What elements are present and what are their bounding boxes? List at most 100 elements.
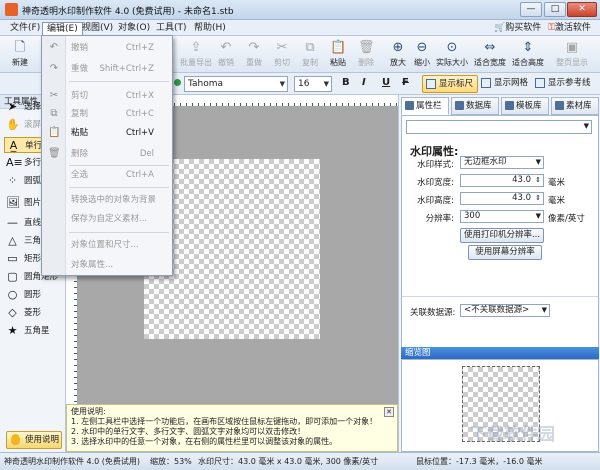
close-button[interactable]: ✕	[567, 2, 597, 17]
tab-properties[interactable]: 属性栏	[401, 97, 449, 115]
tool-circle[interactable]: ○ 圆形	[4, 287, 66, 303]
full-page-icon: ▣	[565, 40, 579, 55]
tool-star[interactable]: ★ 五角星	[4, 323, 66, 339]
menu-item-label: 复制	[71, 109, 89, 119]
divider	[402, 296, 598, 297]
text-line-icon: A̲	[9, 139, 18, 152]
menu-item-paste[interactable]: 📋 粘贴 Ctrl+V	[42, 125, 172, 141]
help-instructions-button[interactable]: 使用说明	[6, 431, 62, 449]
help-close-button[interactable]: ✕	[384, 407, 394, 417]
strikethrough-button[interactable]: F	[402, 77, 409, 88]
materials-icon	[555, 101, 564, 110]
spinner-icon: ⇕	[535, 194, 541, 202]
menu-item-shortcut: Ctrl+V	[125, 128, 154, 138]
menu-view[interactable]: 视图(V)	[78, 22, 117, 35]
delete-icon: 🗑	[358, 40, 375, 55]
font-family-select[interactable]: Tahoma ▼	[184, 76, 288, 92]
full-page-button[interactable]: ▣ 整页显示	[552, 38, 592, 72]
new-button[interactable]: 🗋 新建	[6, 38, 34, 72]
fit-width-button[interactable]: ⇔ 适合宽度	[474, 38, 506, 72]
show-ruler-toggle[interactable]: 显示标尺	[422, 75, 479, 93]
delete-button[interactable]: 🗑 删除	[352, 38, 380, 72]
menu-separator	[69, 165, 169, 166]
tab-templates-label: 模板库	[516, 101, 542, 111]
menu-item-label: 撤销	[71, 43, 89, 53]
batch-export-button[interactable]: ⇪ 批量导出	[178, 38, 214, 72]
font-size-select[interactable]: 16 ▼	[294, 76, 332, 92]
tab-materials[interactable]: 素材库	[551, 97, 599, 115]
zoom-in-icon: ⊕	[392, 40, 404, 55]
menu-edit[interactable]: 编辑(E)	[42, 22, 83, 35]
watermark-style-select[interactable]: 无边框水印 ▼	[460, 156, 544, 169]
actual-size-button[interactable]: ⊙ 实际大小	[436, 38, 468, 72]
redo-button[interactable]: ↷ 重做	[240, 38, 268, 72]
copy-button[interactable]: ⧉ 复制	[296, 38, 324, 72]
style-label: 水印样式:	[417, 160, 454, 170]
menu-file[interactable]: 文件(F)	[6, 22, 44, 35]
database-icon	[455, 101, 464, 110]
datasource-select[interactable]: <不关联数据源> ▼	[460, 304, 550, 317]
paste-button[interactable]: 📋 粘贴	[324, 38, 352, 72]
resolution-select[interactable]: 300 ▼	[460, 210, 544, 223]
show-guides-toggle[interactable]: 显示参考线	[532, 75, 591, 93]
menu-item-undo[interactable]: ↶ 撤销 Ctrl+Z	[42, 40, 172, 56]
menu-bar: 文件(F) 编辑(E) 视图(V) 对象(O) 工具(T) 帮助(H) 🛒购买软…	[0, 20, 600, 36]
menu-item-select-all[interactable]: 全选 Ctrl+A	[42, 167, 172, 183]
tool-multi-line-label: 多行	[24, 158, 42, 168]
guides-icon	[535, 78, 545, 88]
menu-item-object-properties[interactable]: 对象属性...	[42, 257, 172, 273]
actual-size-icon: ⊙	[446, 40, 458, 55]
height-input[interactable]: 43.0 ⇕	[460, 192, 544, 205]
color-swatch-icon[interactable]	[174, 79, 181, 86]
minimize-button[interactable]: —	[520, 2, 542, 17]
buy-software-label: 购买软件	[505, 23, 542, 33]
tab-database[interactable]: 数据库	[451, 97, 499, 115]
ruler-icon	[426, 79, 436, 89]
menu-object[interactable]: 对象(O)	[114, 22, 154, 35]
buy-software-link[interactable]: 🛒购买软件	[494, 22, 541, 34]
help-line: 1. 左侧工具栏中选择一个功能后，在画布区域按住鼠标左键拖动，即可添加一个对象！	[71, 417, 378, 426]
tool-image-label: 图片	[24, 198, 42, 208]
menu-item-cut[interactable]: ✂ 剪切 Ctrl+X	[42, 88, 172, 104]
spinner-icon: ⇕	[535, 176, 541, 184]
chevron-down-icon: ▼	[535, 158, 541, 166]
width-unit: 毫米	[548, 178, 566, 188]
italic-button[interactable]: I	[362, 77, 366, 88]
menu-item-copy[interactable]: ⧉ 复制 Ctrl+C	[42, 106, 172, 122]
underline-button[interactable]: U	[382, 77, 390, 88]
bold-button[interactable]: B	[342, 77, 350, 88]
object-select[interactable]: ▼	[406, 120, 592, 134]
title-bar: 神奇透明水印制作软件 4.0 (免费试用) - 未命名1.stb — □ ✕	[0, 0, 600, 20]
height-label: 水印高度:	[417, 196, 454, 206]
show-grid-toggle[interactable]: 显示网格	[478, 75, 528, 93]
printer-resolution-button[interactable]: 使用打印机分辨率...	[460, 228, 544, 243]
lightbulb-icon	[11, 434, 20, 445]
menu-item-convert-to-background[interactable]: 转换选中的对象为背景	[42, 192, 172, 208]
menu-item-redo[interactable]: ↷ 重做 Shift+Ctrl+Z	[42, 61, 172, 77]
arc-text-icon: ⁘	[7, 174, 18, 187]
menu-item-position-size[interactable]: 对象位置和尺寸...	[42, 237, 172, 253]
status-mouse-position: 鼠标位置：-17.3 毫米，-16.0 毫米	[416, 457, 543, 466]
menu-help[interactable]: 帮助(H)	[190, 22, 230, 35]
height-unit: 毫米	[548, 196, 566, 206]
menu-separator	[69, 232, 169, 233]
tab-templates[interactable]: 模板库	[501, 97, 549, 115]
cut-icon: ✂	[49, 90, 59, 101]
zoom-out-button[interactable]: ⊖ 缩小	[408, 38, 436, 72]
maximize-button[interactable]: □	[544, 2, 566, 17]
undo-button[interactable]: ↶ 撤销	[212, 38, 240, 72]
menu-separator	[69, 81, 169, 82]
tab-properties-label: 属性栏	[416, 101, 442, 111]
undo-icon: ↶	[49, 42, 59, 53]
width-input[interactable]: 43.0 ⇕	[460, 174, 544, 187]
menu-tools[interactable]: 工具(T)	[152, 22, 191, 35]
fit-height-button[interactable]: ⇕ 适合高度	[512, 38, 544, 72]
menu-item-delete[interactable]: 🗑 删除 Del	[42, 146, 172, 162]
activate-software-link[interactable]: ⚿激活软件	[548, 22, 591, 34]
cut-button[interactable]: ✂ 剪切	[268, 38, 296, 72]
image-icon: 🖼	[6, 196, 20, 209]
delete-icon: 🗑	[48, 148, 61, 159]
tool-diamond[interactable]: ◇ 菱形	[4, 305, 66, 321]
menu-item-save-as-material[interactable]: 保存为自定义素材...	[42, 211, 172, 227]
screen-resolution-button[interactable]: 使用屏幕分辨率	[468, 245, 542, 260]
